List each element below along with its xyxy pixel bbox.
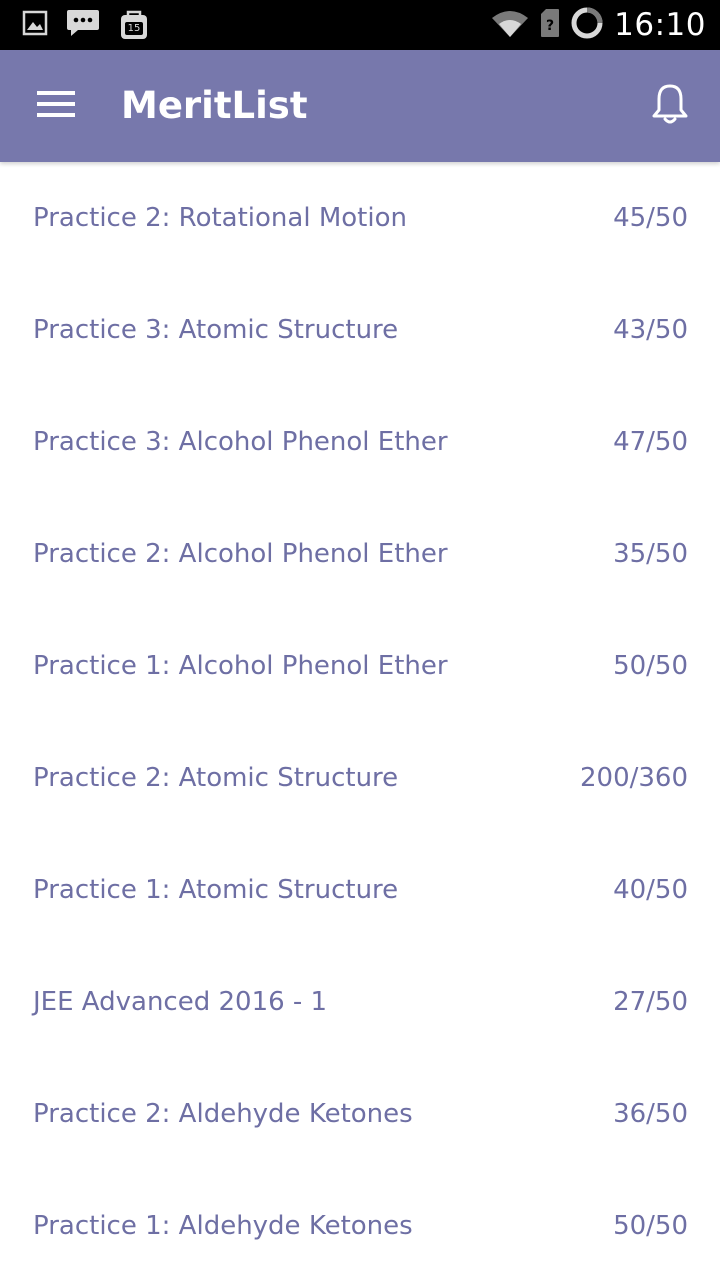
- list-item[interactable]: Practice 2: Rotational Motion 45/50: [0, 162, 720, 274]
- list-item[interactable]: Practice 2: Aldehyde Ketones 36/50: [0, 1058, 720, 1170]
- list-item[interactable]: JEE Advanced 2016 - 1 27/50: [0, 946, 720, 1058]
- item-title: Practice 2: Rotational Motion: [33, 203, 407, 233]
- menu-button[interactable]: [28, 81, 84, 131]
- item-score: 43/50: [613, 315, 688, 345]
- item-score: 27/50: [613, 987, 688, 1017]
- item-score: 47/50: [613, 427, 688, 457]
- item-score: 50/50: [613, 1211, 688, 1241]
- item-score: 50/50: [613, 651, 688, 681]
- item-score: 45/50: [613, 203, 688, 233]
- item-score: 35/50: [613, 539, 688, 569]
- item-title: Practice 2: Alcohol Phenol Ether: [33, 539, 448, 569]
- svg-text:?: ?: [546, 18, 554, 34]
- calendar-badge-number: 15: [127, 23, 141, 34]
- image-icon: [22, 10, 48, 40]
- calendar-bag-icon: 15: [118, 9, 150, 41]
- app-bar: MeritList: [0, 50, 720, 162]
- list-item[interactable]: Practice 2: Alcohol Phenol Ether 35/50: [0, 498, 720, 610]
- item-score: 200/360: [579, 763, 688, 793]
- chat-icon: [66, 8, 100, 42]
- bell-icon: [651, 83, 689, 129]
- item-title: Practice 1: Aldehyde Ketones: [33, 1211, 413, 1241]
- item-title: JEE Advanced 2016 - 1: [33, 987, 328, 1017]
- item-title: Practice 3: Alcohol Phenol Ether: [33, 427, 448, 457]
- item-title: Practice 2: Atomic Structure: [33, 763, 399, 793]
- sync-ring-icon: [570, 6, 604, 44]
- status-notification-icons: 15: [22, 8, 150, 42]
- status-bar: 15 ? 16:10: [0, 0, 720, 50]
- sim-icon: ?: [540, 8, 560, 42]
- list-item[interactable]: Practice 1: Aldehyde Ketones 50/50: [0, 1170, 720, 1280]
- page-title: MeritList: [121, 84, 308, 127]
- list-item[interactable]: Practice 2: Atomic Structure 200/360: [0, 722, 720, 834]
- hamburger-icon: [37, 90, 75, 122]
- list-item[interactable]: Practice 3: Alcohol Phenol Ether 47/50: [0, 386, 720, 498]
- wifi-icon: [490, 8, 530, 42]
- notifications-button[interactable]: [642, 80, 698, 132]
- list-item[interactable]: Practice 1: Atomic Structure 40/50: [0, 834, 720, 946]
- list-item[interactable]: Practice 3: Atomic Structure 43/50: [0, 274, 720, 386]
- item-score: 36/50: [613, 1099, 688, 1129]
- status-time: 16:10: [614, 7, 706, 43]
- item-title: Practice 1: Alcohol Phenol Ether: [33, 651, 448, 681]
- item-title: Practice 3: Atomic Structure: [33, 315, 399, 345]
- item-title: Practice 2: Aldehyde Ketones: [33, 1099, 413, 1129]
- merit-list: Practice 2: Rotational Motion 45/50 Prac…: [0, 162, 720, 1280]
- status-system-icons: ? 16:10: [490, 0, 706, 50]
- item-score: 40/50: [613, 875, 688, 905]
- list-item[interactable]: Practice 1: Alcohol Phenol Ether 50/50: [0, 610, 720, 722]
- item-title: Practice 1: Atomic Structure: [33, 875, 399, 905]
